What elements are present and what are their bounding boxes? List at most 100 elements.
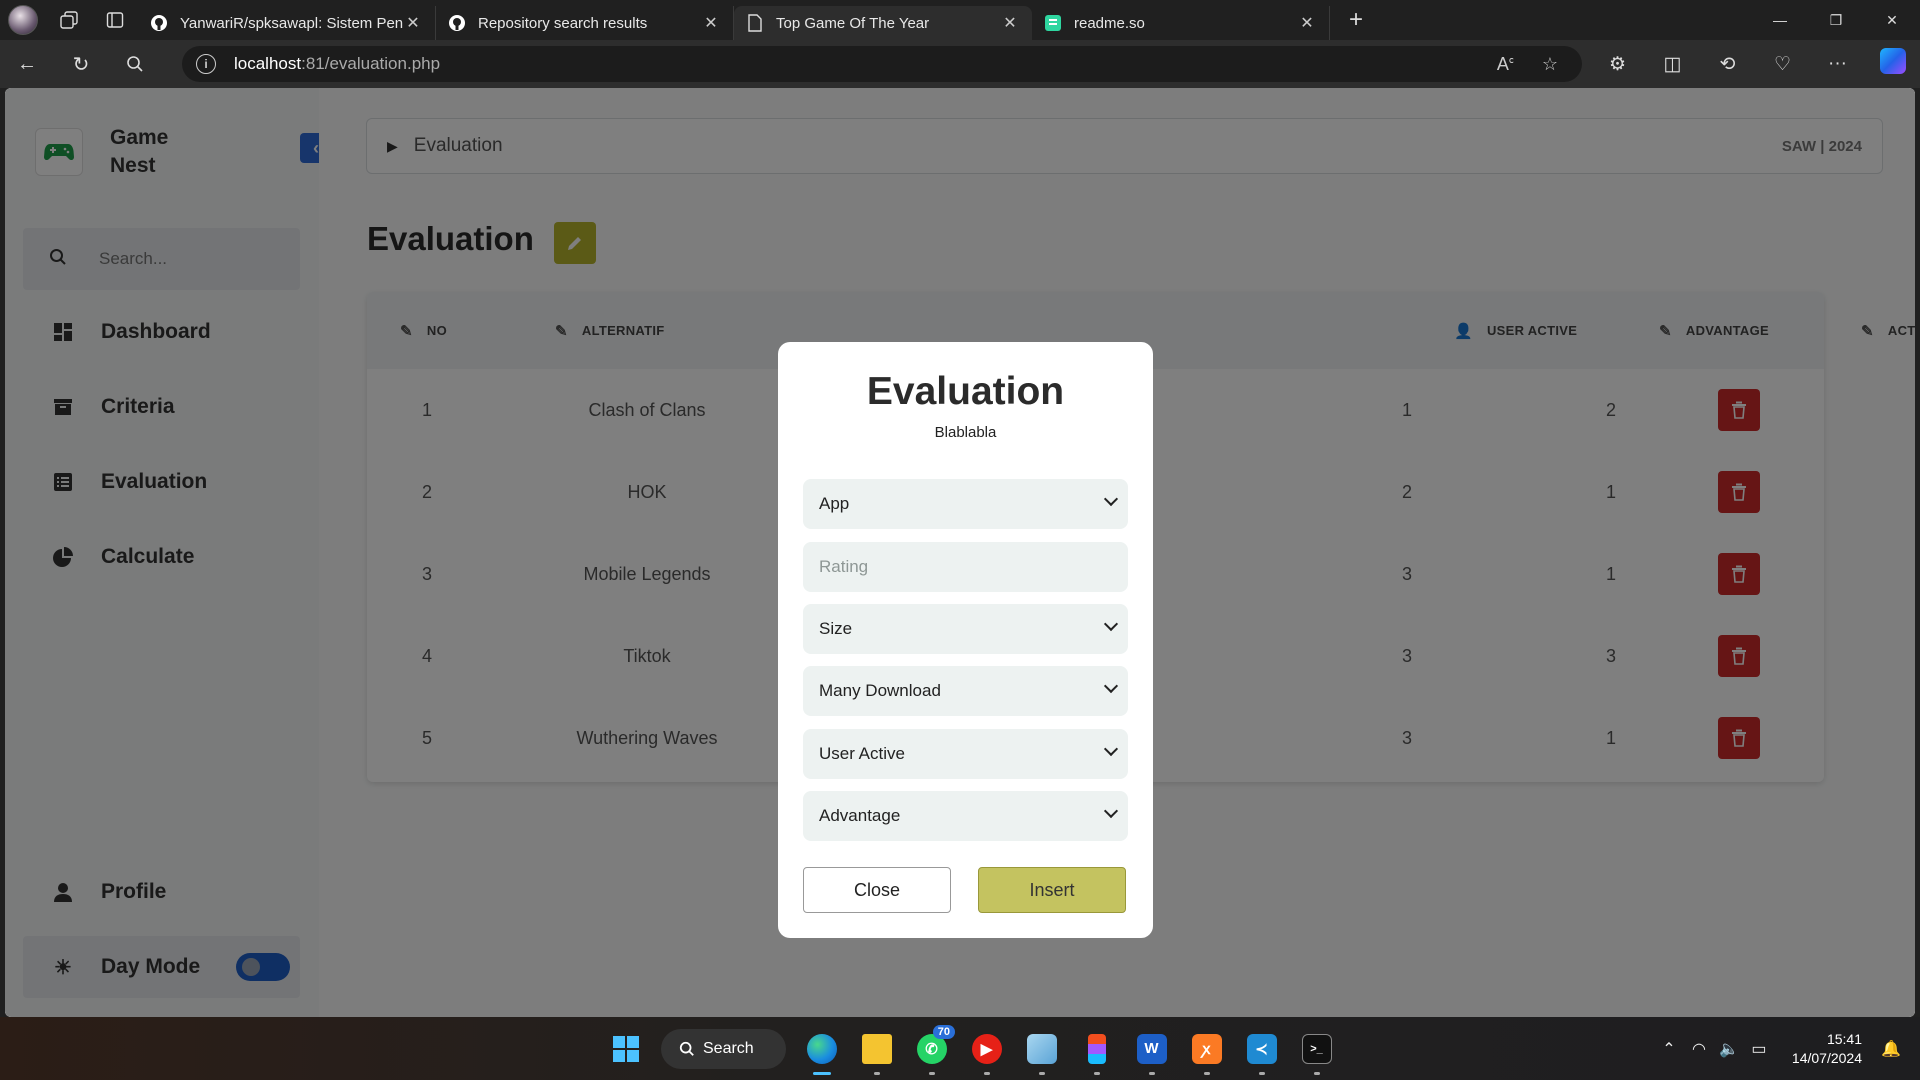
notification-badge: 70 [932, 1025, 955, 1039]
browser-tab-readme[interactable]: readme.so ✕ [1032, 6, 1330, 40]
search-icon [679, 1041, 694, 1056]
system-tray: ⌃ ◠ 🔈 ▭ 15:41 14/07/2024 🔔 [1654, 1017, 1920, 1080]
clock-date: 14/07/2024 [1791, 1049, 1862, 1066]
taskbar-youtube-music[interactable]: ▶ [959, 1017, 1014, 1080]
close-tab-icon[interactable]: ✕ [1000, 13, 1020, 33]
web-page: Game Nest ‹ Dashboard Criteria Evaluatio… [5, 88, 1915, 1017]
close-tab-icon[interactable]: ✕ [403, 13, 423, 33]
battery-icon[interactable]: ▭ [1744, 1039, 1774, 1059]
chevron-down-icon [1103, 678, 1119, 694]
back-icon[interactable]: ← [0, 40, 54, 88]
search-icon[interactable] [108, 40, 162, 88]
start-button[interactable] [598, 1017, 653, 1080]
readme-icon [1044, 14, 1062, 32]
profile-avatar[interactable] [0, 0, 46, 40]
modal-subtitle: Blablabla [934, 424, 997, 441]
many-download-select[interactable]: Many Download [803, 666, 1128, 716]
restore-icon[interactable]: ❐ [1808, 0, 1864, 40]
tab-title: readme.so [1074, 14, 1145, 32]
url-path: :81/evaluation.php [301, 54, 441, 73]
new-tab-button[interactable]: + [1336, 6, 1376, 34]
close-tab-icon[interactable]: ✕ [701, 13, 721, 33]
taskbar-terminal[interactable]: >_ [1289, 1017, 1344, 1080]
modal-title: Evaluation [866, 370, 1065, 413]
url-host: localhost [234, 54, 302, 73]
taskbar-apps: Search ✆ 70 ▶ W ꭗ ≺ >_ [598, 1017, 1344, 1080]
app-select[interactable]: App [803, 479, 1128, 529]
folder-icon [861, 1033, 892, 1064]
extensions-icon[interactable]: ⚙ [1590, 53, 1645, 76]
refresh-icon[interactable]: ↻ [54, 40, 108, 88]
minimize-icon[interactable]: — [1752, 0, 1808, 40]
edge-icon [806, 1033, 837, 1064]
size-select[interactable]: Size [803, 604, 1128, 654]
browser-tab-active[interactable]: Top Game Of The Year ✕ [734, 6, 1032, 40]
site-info-icon[interactable]: i [196, 54, 216, 74]
taskbar-xampp[interactable]: ꭗ [1179, 1017, 1234, 1080]
tab-actions-icon[interactable] [92, 0, 138, 40]
more-menu-icon[interactable]: ··· [1810, 53, 1865, 75]
user-active-select-value: User Active [819, 744, 905, 763]
windows-logo-icon [612, 1035, 639, 1062]
close-window-icon[interactable]: ✕ [1864, 0, 1920, 40]
workspaces-icon[interactable] [46, 0, 92, 40]
browser-tab-repo-search[interactable]: Repository search results ✕ [436, 6, 734, 40]
chevron-down-icon [1103, 741, 1119, 757]
browser-toolbar-right: ⚙ ◫ ⟲ ♡ ··· [1590, 40, 1920, 88]
advantage-select[interactable]: Advantage [803, 791, 1128, 841]
window-controls: — ❐ ✕ [1752, 0, 1920, 40]
history-icon[interactable]: ⟲ [1700, 53, 1755, 76]
rating-input[interactable] [819, 557, 1109, 577]
taskbar-search-label: Search [703, 1039, 754, 1057]
copilot-icon[interactable] [1865, 48, 1920, 80]
favorite-star-icon[interactable]: ☆ [1542, 54, 1558, 75]
windows-taskbar: Search ✆ 70 ▶ W ꭗ ≺ >_ ⌃ ◠ 🔈 ▭ 15:41 14/0… [0, 1017, 1920, 1080]
many-download-select-value: Many Download [819, 681, 941, 700]
browser-toolbar: ← ↻ i localhost:81/evaluation.php Aⅽ ☆ ⚙… [0, 40, 1920, 88]
taskbar-file-explorer[interactable] [849, 1017, 904, 1080]
taskbar-word[interactable]: W [1124, 1017, 1179, 1080]
github-icon [448, 14, 466, 32]
figma-icon [1087, 1033, 1106, 1064]
taskbar-edge[interactable] [794, 1017, 849, 1080]
tab-title: YanwariR/spksawapl: Sistem Pendukung [180, 14, 403, 32]
browser-tab-github-repo[interactable]: YanwariR/spksawapl: Sistem Pendukung ✕ [138, 6, 436, 40]
close-button[interactable]: Close [803, 867, 951, 913]
chevron-down-icon [1103, 491, 1119, 507]
volume-icon[interactable]: 🔈 [1714, 1039, 1744, 1059]
xampp-icon: ꭗ [1191, 1033, 1222, 1064]
browser-essentials-icon[interactable]: ♡ [1755, 53, 1810, 76]
taskbar-notepad[interactable] [1014, 1017, 1069, 1080]
size-select-value: Size [819, 619, 853, 638]
rating-field[interactable] [803, 542, 1128, 592]
wifi-icon[interactable]: ◠ [1684, 1039, 1714, 1059]
evaluation-modal: Evaluation Blablabla App Size Many Downl… [778, 342, 1153, 938]
github-icon [150, 14, 168, 32]
app-select-value: App [819, 494, 850, 513]
tab-title: Top Game Of The Year [776, 14, 930, 32]
taskbar-figma[interactable] [1069, 1017, 1124, 1080]
split-screen-icon[interactable]: ◫ [1645, 53, 1700, 76]
chevron-down-icon [1103, 616, 1119, 632]
url-bar[interactable]: i localhost:81/evaluation.php Aⅽ ☆ [182, 46, 1582, 82]
insert-button[interactable]: Insert [978, 867, 1126, 913]
tab-title: Repository search results [478, 14, 648, 32]
read-aloud-icon[interactable]: Aⅽ [1497, 54, 1514, 75]
taskbar-vscode[interactable]: ≺ [1234, 1017, 1289, 1080]
taskbar-search[interactable]: Search [661, 1028, 786, 1069]
close-tab-icon[interactable]: ✕ [1297, 13, 1317, 33]
taskbar-whatsapp[interactable]: ✆ 70 [904, 1017, 959, 1080]
vscode-icon: ≺ [1246, 1033, 1277, 1064]
user-active-select[interactable]: User Active [803, 729, 1128, 779]
word-icon: W [1136, 1033, 1167, 1064]
clock-time: 15:41 [1826, 1030, 1862, 1047]
play-icon: ▶ [971, 1033, 1002, 1064]
advantage-select-value: Advantage [819, 806, 901, 825]
clock[interactable]: 15:41 14/07/2024 [1792, 1030, 1862, 1068]
browser-tabstrip: YanwariR/spksawapl: Sistem Pendukung ✕ R… [0, 0, 1920, 40]
notification-bell-icon[interactable]: 🔔 [1876, 1039, 1906, 1059]
page-icon [746, 14, 764, 32]
chevron-up-icon[interactable]: ⌃ [1654, 1039, 1684, 1059]
chevron-down-icon [1103, 803, 1119, 819]
notepad-icon [1026, 1033, 1057, 1064]
